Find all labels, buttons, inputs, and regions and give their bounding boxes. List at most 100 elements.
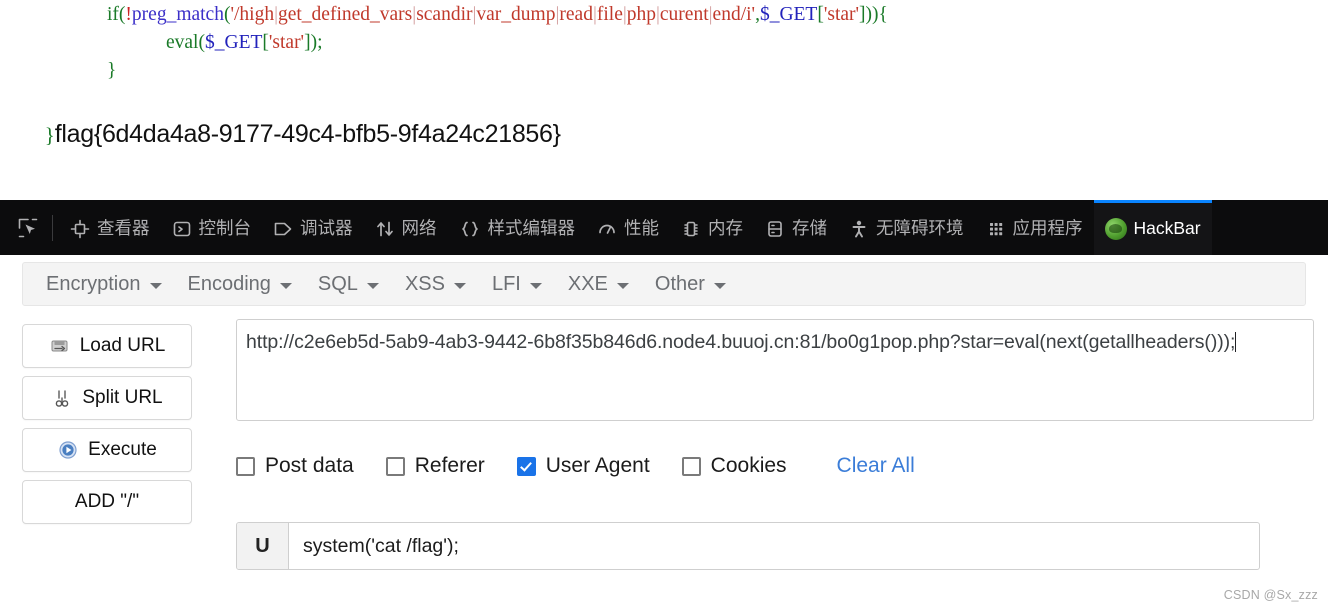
devtools-tab-debugger[interactable]: 调试器 [262, 200, 364, 255]
hackbar-load-url-button[interactable]: Load URL [22, 324, 192, 368]
devtools-tab-memory[interactable]: 内存 [670, 200, 754, 255]
code-token: )) [865, 4, 879, 25]
hackbar-menu-label: XSS [404, 272, 445, 295]
checkbox-user-agent[interactable] [516, 456, 536, 476]
devtools-tab-label: HackBar [1133, 218, 1201, 239]
devtools-tab-list: 查看器 控制台 调试器 网络 样式编辑器 性能 内存 存储 无障碍环境 应用程序 HackBar [59, 200, 1212, 255]
devtools-tab-label: 控制台 [198, 218, 252, 239]
code-token: if [107, 4, 119, 25]
devtools-tab-performance[interactable]: 性能 [586, 200, 670, 255]
code-token: '/high [230, 4, 275, 25]
code-token: eval [166, 32, 199, 53]
chevron-down-icon [149, 282, 162, 289]
hackbar-menu-lfi[interactable]: LFI [479, 268, 555, 301]
devtools-tab-console[interactable]: 控制台 [161, 200, 263, 255]
hackbar-menubar: Encryption Encoding SQL XSS LFI XXE Other [22, 262, 1306, 306]
hackbar-add-button[interactable]: ADD "/" [22, 480, 192, 524]
storage-icon [765, 219, 785, 239]
flag-output-line: }flag{6d4da4a8-9177-49c4-bfb5-9f4a24c218… [3, 80, 561, 189]
code-token: preg_match [131, 4, 224, 25]
code-token: var_dump [476, 4, 556, 25]
hackbar-menu-xss[interactable]: XSS [392, 268, 479, 301]
code-token: scandir [416, 4, 473, 25]
hackbar-menu-label: Other [654, 272, 705, 295]
code-token: get_defined_vars [277, 4, 413, 25]
hackbar-menu-sql[interactable]: SQL [305, 268, 392, 301]
chevron-down-icon [529, 282, 542, 289]
code-token: php [626, 4, 656, 25]
text-cursor [1235, 332, 1237, 352]
hackbar-execute-button[interactable]: Execute [22, 428, 192, 472]
split-url-icon [51, 387, 73, 409]
option-user-agent[interactable]: User Agent [516, 454, 650, 478]
page-source-output: if(!preg_match('/high|get_defined_vars|s… [0, 0, 1328, 196]
devtools-tab-label: 网络 [401, 218, 437, 239]
chevron-down-icon [279, 282, 292, 289]
style-editor-icon [459, 219, 481, 239]
devtools-tab-hackbar[interactable]: HackBar [1093, 200, 1212, 255]
element-picker-icon[interactable] [8, 208, 48, 248]
accessibility-icon [849, 219, 869, 239]
hackbar-menu-other[interactable]: Other [642, 268, 739, 301]
hackbar-icon [1104, 218, 1127, 240]
option-label: Cookies [710, 454, 787, 477]
code-token: 'star' [823, 4, 860, 25]
option-referer[interactable]: Referer [385, 454, 485, 478]
hackbar-menu-label: XXE [567, 272, 608, 295]
hackbar-menu-encoding[interactable]: Encoding [175, 268, 305, 301]
devtools-tab-label: 性能 [624, 218, 659, 239]
code-token: file [596, 4, 623, 25]
checkbox-referer[interactable] [385, 456, 405, 476]
code-line-1: if(!preg_match('/high|get_defined_vars|s… [107, 1, 888, 29]
chevron-down-icon [616, 282, 629, 289]
console-icon [172, 219, 192, 239]
devtools-tab-inspector[interactable]: 查看器 [59, 200, 161, 255]
execute-icon [57, 439, 79, 461]
option-label: User Agent [545, 454, 650, 477]
code-token: } [107, 60, 117, 81]
hackbar-split-url-button[interactable]: Split URL [22, 376, 192, 420]
user-agent-input[interactable]: system('cat /flag'); [289, 523, 1259, 569]
devtools-toolbar: 查看器 控制台 调试器 网络 样式编辑器 性能 内存 存储 无障碍环境 应用程序 HackBar [0, 200, 1328, 255]
checkbox-post-data[interactable] [236, 456, 255, 476]
option-label: Referer [414, 454, 485, 477]
url-input[interactable]: http://c2e6eb5d-5ab9-4ab3-9442-6b8f35b84… [236, 319, 1314, 421]
performance-icon [597, 219, 617, 239]
hackbar-menu-label: Encryption [46, 272, 141, 295]
devtools-tab-network[interactable]: 网络 [364, 200, 448, 255]
option-cookies[interactable]: Cookies [681, 454, 787, 478]
devtools-tab-label: 应用程序 [1012, 218, 1083, 239]
code-token: $_GET [759, 4, 818, 25]
checkbox-cookies[interactable] [681, 456, 701, 476]
flag-value: flag{6d4da4a8-9177-49c4-bfb5-9f4a24c2185… [54, 120, 561, 148]
network-icon [375, 219, 395, 239]
devtools-tab-label: 查看器 [97, 218, 150, 239]
closing-brace: } [44, 123, 55, 147]
url-input-value: http://c2e6eb5d-5ab9-4ab3-9442-6b8f35b84… [246, 331, 1236, 353]
devtools-tab-accessibility[interactable]: 无障碍环境 [838, 200, 975, 255]
devtools-tab-label: 调试器 [300, 218, 353, 239]
application-icon [986, 219, 1006, 239]
option-post-data[interactable]: Post data [236, 454, 354, 478]
code-token: read [559, 4, 593, 25]
devtools-tab-application[interactable]: 应用程序 [975, 200, 1094, 255]
devtools-tab-label: 内存 [708, 218, 743, 239]
hackbar-button-label: Split URL [82, 387, 163, 408]
code-token: end/i' [712, 4, 756, 25]
hackbar-button-label: Load URL [79, 335, 166, 356]
chevron-down-icon [453, 282, 466, 289]
hackbar-menu-encryption[interactable]: Encryption [33, 268, 175, 301]
load-url-icon [49, 335, 71, 357]
devtools-tab-label: 存储 [792, 218, 827, 239]
devtools-tab-storage[interactable]: 存储 [754, 200, 838, 255]
hackbar-menu-label: LFI [491, 272, 521, 295]
clear-all-link[interactable]: Clear All [837, 454, 915, 478]
user-agent-row: U system('cat /flag'); [236, 522, 1260, 570]
code-line-2: eval($_GET['star']); [166, 29, 323, 57]
hackbar-menu-xxe[interactable]: XXE [555, 268, 642, 301]
devtools-tab-label: 无障碍环境 [876, 218, 964, 239]
code-token: { [878, 4, 888, 25]
hackbar-button-label: ADD "/" [74, 491, 140, 512]
devtools-tab-style-editor[interactable]: 样式编辑器 [448, 200, 587, 255]
hackbar-action-buttons: Load URL Split URL Execute ADD "/" [22, 324, 192, 524]
